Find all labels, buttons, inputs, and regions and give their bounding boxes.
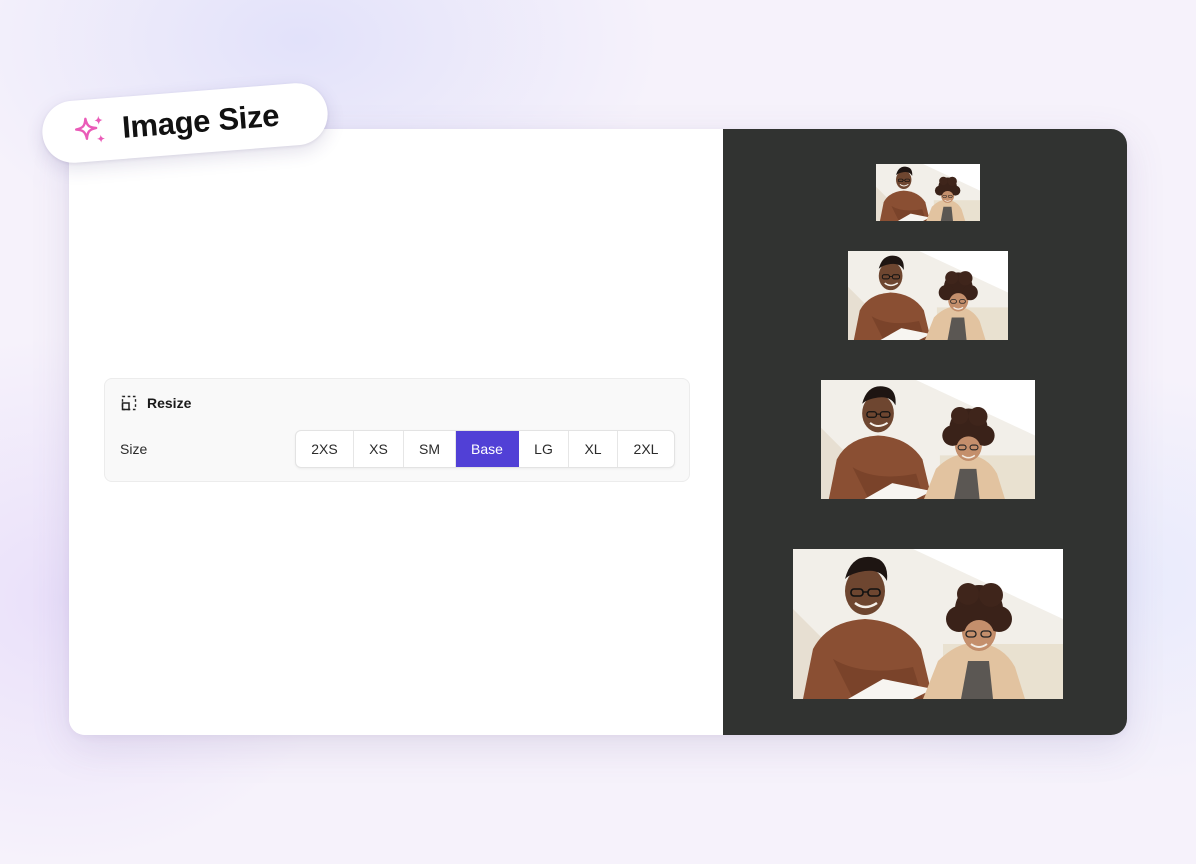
size-option-sm[interactable]: SM bbox=[404, 431, 456, 467]
size-option-2xl[interactable]: 2XL bbox=[618, 431, 674, 467]
size-label: Size bbox=[120, 441, 148, 457]
settings-pane: Resize Size 2XS XS SM Base LG XL 2XL bbox=[69, 129, 723, 735]
size-option-lg[interactable]: LG bbox=[519, 431, 569, 467]
badge-label: Image Size bbox=[120, 97, 281, 145]
resize-panel: Resize Size 2XS XS SM Base LG XL 2XL bbox=[104, 378, 690, 482]
resize-icon bbox=[121, 395, 137, 411]
size-segmented-control: 2XS XS SM Base LG XL 2XL bbox=[295, 430, 675, 468]
sparkle-icon bbox=[71, 111, 110, 150]
size-option-xl[interactable]: XL bbox=[569, 431, 618, 467]
editor-card: Resize Size 2XS XS SM Base LG XL 2XL bbox=[69, 129, 1127, 735]
size-option-base[interactable]: Base bbox=[456, 431, 519, 467]
size-option-xs[interactable]: XS bbox=[354, 431, 404, 467]
preview-image-lg bbox=[793, 549, 1063, 699]
preview-image-base bbox=[821, 380, 1035, 499]
size-option-2xs[interactable]: 2XS bbox=[296, 431, 354, 467]
preview-pane bbox=[723, 129, 1127, 735]
preview-image-sm bbox=[848, 251, 1008, 340]
resize-title: Resize bbox=[147, 395, 192, 411]
preview-image-xs bbox=[876, 164, 980, 221]
resize-panel-header: Resize bbox=[121, 395, 191, 411]
